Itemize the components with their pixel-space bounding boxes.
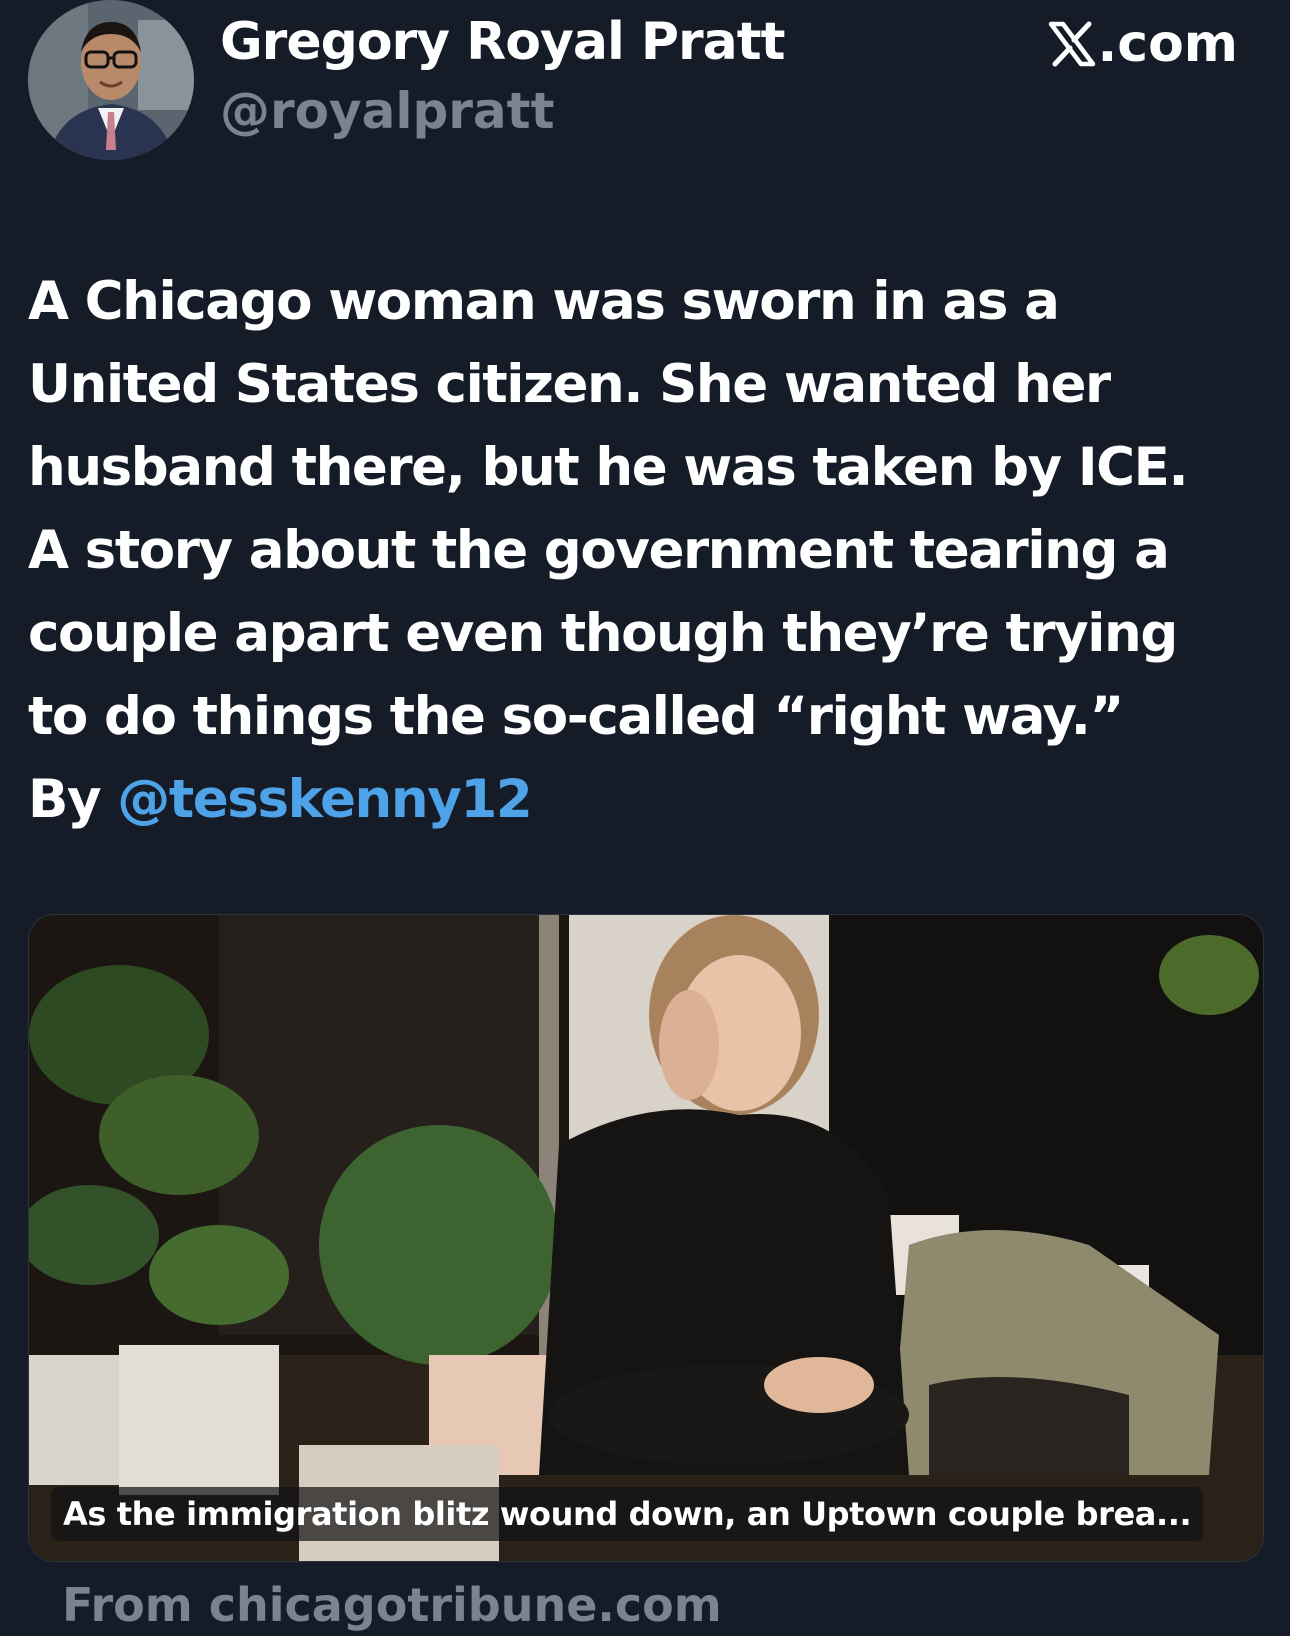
tweet-line: A Chicago woman was sworn in as a xyxy=(28,271,1060,332)
x-logo-icon xyxy=(1048,21,1095,67)
tweet-text: A Chicago woman was sworn in as a United… xyxy=(28,260,1268,841)
article-photo xyxy=(29,915,1263,1561)
author-display-name[interactable]: Gregory Royal Pratt xyxy=(220,12,785,72)
site-label: .com xyxy=(1097,14,1239,74)
author-handle[interactable]: @royalpratt xyxy=(220,82,554,140)
author-mention-link[interactable]: @tesskenny12 xyxy=(117,769,533,830)
avatar[interactable] xyxy=(28,0,194,160)
tweet-screenshot: Gregory Royal Pratt @royalpratt .com A C… xyxy=(0,0,1290,1636)
tweet-line: A story about the government tearing a xyxy=(28,520,1170,581)
byline-prefix: By xyxy=(28,769,102,830)
avatar-photo xyxy=(28,0,194,160)
tweet-line: United States citizen. She wanted her xyxy=(28,354,1111,415)
link-source[interactable]: From chicagotribune.com xyxy=(62,1578,722,1632)
byline: By @tesskenny12 xyxy=(28,758,1268,841)
tweet-line: couple apart even though they’re trying xyxy=(28,603,1178,664)
tweet-line: husband there, but he was taken by ICE. xyxy=(28,437,1189,498)
link-preview-card[interactable]: As the immigration blitz wound down, an … xyxy=(28,914,1264,1562)
site-badge: .com xyxy=(1048,14,1239,74)
article-headline-caption: As the immigration blitz wound down, an … xyxy=(51,1487,1204,1541)
tweet-line: to do things the so-called “right way.” xyxy=(28,686,1124,747)
